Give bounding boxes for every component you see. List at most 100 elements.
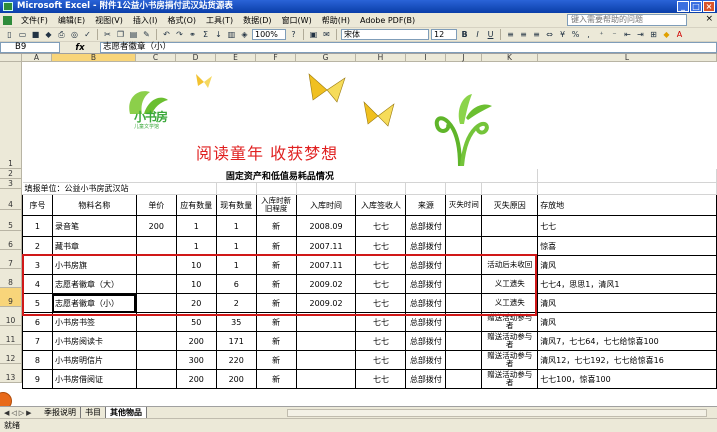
cell-loss-date[interactable]: [445, 312, 483, 332]
spelling-icon[interactable]: ✓: [82, 29, 93, 40]
help-icon[interactable]: ?: [288, 29, 299, 40]
cell-loss-reason[interactable]: 赠送活动参与者: [481, 350, 539, 370]
merge-center-icon[interactable]: ⇔: [544, 29, 555, 40]
column-heading-index[interactable]: 序号: [22, 194, 53, 216]
menu-tools[interactable]: 工具(T): [201, 15, 238, 26]
cell-receiver[interactable]: 七七: [355, 331, 407, 351]
cell-unit-price[interactable]: [135, 312, 177, 332]
row-header-3[interactable]: 3: [0, 179, 22, 189]
cell-loss-reason[interactable]: 活动后未收回: [481, 255, 539, 275]
last-sheet-icon[interactable]: ▶: [26, 409, 31, 417]
column-heading-source[interactable]: 来源: [405, 194, 447, 216]
cell-unit-price[interactable]: [135, 350, 177, 370]
first-sheet-icon[interactable]: ◀: [4, 409, 9, 417]
table-cell[interactable]: [296, 182, 357, 195]
cell-receiver[interactable]: 七七: [355, 293, 407, 313]
cell-source[interactable]: 总部拨付: [405, 369, 447, 389]
copy-icon[interactable]: ❐: [115, 29, 126, 40]
column-header-b[interactable]: B: [52, 54, 136, 62]
cell-item-name[interactable]: 小书房借阅证: [51, 369, 137, 389]
column-header-i[interactable]: I: [406, 54, 446, 62]
menu-data[interactable]: 数据(D): [238, 15, 276, 26]
cell-current-qty[interactable]: 6: [215, 274, 257, 294]
column-header-d[interactable]: D: [176, 54, 216, 62]
percent-icon[interactable]: %: [570, 29, 581, 40]
cell-stock-in-date[interactable]: 2008.09: [295, 215, 357, 237]
column-heading-item-name[interactable]: 物料名称: [51, 194, 137, 216]
cell-unit-price[interactable]: [135, 331, 177, 351]
cell-loss-date[interactable]: [445, 350, 483, 370]
column-header-l[interactable]: L: [538, 54, 717, 62]
align-center-icon[interactable]: ≡: [518, 29, 529, 40]
table-cell[interactable]: [405, 182, 447, 195]
cell-index[interactable]: 2: [22, 236, 53, 256]
new-icon[interactable]: ▯: [4, 29, 15, 40]
cell-location[interactable]: 七七: [537, 215, 717, 237]
cell-unit-price[interactable]: [135, 369, 177, 389]
column-header-j[interactable]: J: [446, 54, 482, 62]
tab-sheet-other-items[interactable]: 其他物品: [106, 407, 147, 418]
cell-loss-date[interactable]: [445, 293, 483, 313]
cell-item-name[interactable]: 小书房阅读卡: [51, 331, 137, 351]
cell-current-qty[interactable]: 200: [215, 369, 257, 389]
menu-insert[interactable]: 插入(I): [128, 15, 163, 26]
cell-item-name[interactable]: 小书房旗: [51, 255, 137, 275]
cell-item-name[interactable]: 录音笔: [51, 215, 137, 237]
minimize-button[interactable]: _: [677, 1, 689, 12]
column-heading-stock-in-date[interactable]: 入库时间: [295, 194, 357, 216]
cell-loss-reason[interactable]: 赠送活动参与者: [481, 369, 539, 389]
cell-current-qty[interactable]: 1: [215, 255, 257, 275]
cell-loss-date[interactable]: [445, 274, 483, 294]
cell-item-name[interactable]: 志愿者徽章（大）: [51, 274, 137, 294]
permission-icon[interactable]: ◆: [43, 29, 54, 40]
cell-loss-date[interactable]: [445, 255, 483, 275]
menu-window[interactable]: 窗口(W): [277, 15, 317, 26]
row-header-10[interactable]: 10: [0, 307, 22, 326]
horizontal-scrollbar[interactable]: [287, 409, 707, 417]
font-size-select[interactable]: 12: [431, 29, 457, 40]
column-header-k[interactable]: K: [482, 54, 538, 62]
fill-color-icon[interactable]: ◆: [661, 29, 672, 40]
cell-location[interactable]: 清风7，七七64，七七给惊喜100: [537, 331, 717, 351]
cell-current-qty[interactable]: 35: [215, 312, 257, 332]
cell-source[interactable]: 总部拨付: [405, 293, 447, 313]
cell-current-qty[interactable]: 1: [215, 215, 257, 237]
column-header-h[interactable]: H: [356, 54, 406, 62]
cell-condition[interactable]: 新: [255, 369, 297, 389]
formula-input[interactable]: 志愿者徽章（小）: [100, 42, 717, 53]
open-icon[interactable]: ▭: [17, 29, 28, 40]
cell-location[interactable]: 惊喜: [537, 236, 717, 256]
cell-unit-price[interactable]: [135, 274, 177, 294]
cell-stock-in-date[interactable]: 2007.11: [295, 255, 357, 275]
workbook-icon[interactable]: [3, 16, 12, 25]
row-header-5[interactable]: 5: [0, 210, 22, 231]
cell-expected-qty[interactable]: 20: [175, 293, 217, 313]
cell-loss-reason[interactable]: [481, 215, 539, 237]
font-color-icon[interactable]: A: [674, 29, 685, 40]
column-heading-location[interactable]: 存放地: [537, 194, 717, 216]
cell-unit-price[interactable]: 200: [135, 215, 177, 237]
cell-loss-reason[interactable]: [481, 236, 539, 256]
row-header-9[interactable]: 9: [0, 288, 22, 307]
cell-location[interactable]: 清风: [537, 255, 717, 275]
cell-loss-reason[interactable]: 义工遗失: [481, 274, 539, 294]
row-header-12[interactable]: 12: [0, 345, 22, 364]
sort-ascending-icon[interactable]: ↓: [213, 29, 224, 40]
next-sheet-icon[interactable]: ▷: [19, 409, 24, 417]
prev-sheet-icon[interactable]: ◁: [11, 409, 16, 417]
cell-index[interactable]: 8: [22, 350, 53, 370]
align-left-icon[interactable]: ≡: [505, 29, 516, 40]
cell-stock-in-date[interactable]: 2007.11: [295, 236, 357, 256]
cell-current-qty[interactable]: 171: [215, 331, 257, 351]
column-heading-condition[interactable]: 入库时新旧程度: [255, 194, 297, 216]
table-cell[interactable]: [355, 182, 407, 195]
cell-current-qty[interactable]: 1: [215, 236, 257, 256]
cell-index[interactable]: 4: [22, 274, 53, 294]
cell-receiver[interactable]: 七七: [355, 350, 407, 370]
cell-condition[interactable]: 新: [255, 350, 297, 370]
cell-index[interactable]: 7: [22, 331, 53, 351]
cell-location[interactable]: 七七4，思思1，清风1: [537, 274, 717, 294]
cell-expected-qty[interactable]: 200: [175, 369, 217, 389]
currency-icon[interactable]: ¥: [557, 29, 568, 40]
cell-loss-date[interactable]: [445, 331, 483, 351]
